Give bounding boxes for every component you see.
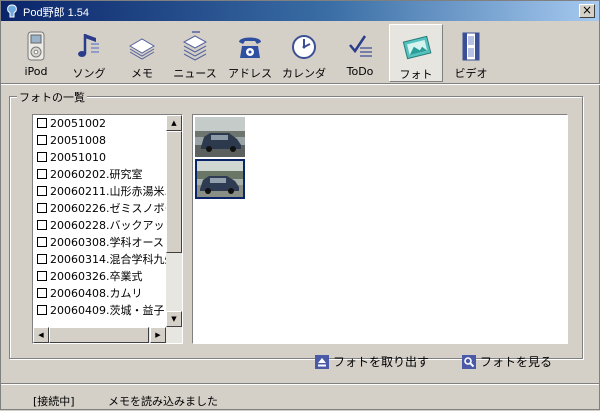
folder-item[interactable]: 20060408.カムリ: [37, 285, 143, 302]
folder-checkbox[interactable]: [37, 237, 47, 247]
photo-icon: [402, 35, 432, 60]
toolbar-label: ニュース: [173, 67, 217, 80]
folder-label: 20060308.学科オースト: [50, 236, 175, 249]
todo-checklist-icon: [349, 35, 372, 57]
extract-photo-label: フォトを取り出す: [333, 355, 430, 369]
folder-item[interactable]: 20060308.学科オースト: [37, 234, 175, 251]
view-photo-button[interactable]: フォトを見る: [462, 353, 552, 371]
toolbar-button-address[interactable]: アドレス: [223, 24, 277, 82]
folder-label: 20060326.卒業式: [50, 270, 143, 283]
app-window: Pod野郎 1.54 × iPod ソング メモ ニュース アドレス カレンダ …: [0, 0, 600, 410]
clock-icon: [292, 35, 316, 59]
close-button[interactable]: ×: [579, 4, 595, 18]
car-photo-image: [197, 161, 243, 197]
folder-label: 20060314.混合学科九州: [50, 253, 176, 266]
folder-item[interactable]: 20060326.卒業式: [37, 268, 143, 285]
folder-label: 20060408.カムリ: [50, 287, 143, 300]
toolbar-label: iPod: [24, 65, 48, 78]
scroll-right-button[interactable]: ▶: [150, 327, 166, 343]
folder-item[interactable]: 20051010: [37, 149, 106, 166]
vertical-scroll-thumb[interactable]: [166, 131, 182, 253]
toolbar-label: ToDo: [346, 65, 374, 78]
folder-checkbox[interactable]: [37, 186, 47, 196]
film-icon: [462, 32, 480, 61]
scroll-up-button[interactable]: ▲: [166, 115, 182, 131]
toolbar-label: ビデオ: [454, 67, 488, 80]
view-photo-label: フォトを見る: [480, 355, 553, 369]
status-message: メモを読み込みました: [108, 395, 218, 408]
photo-folder-list[interactable]: 20051002 20051008 20051010 20060202.研究室 …: [32, 114, 183, 344]
folder-checkbox[interactable]: [37, 169, 47, 179]
window-title: Pod野郎 1.54: [23, 7, 90, 19]
toolbar-button-video[interactable]: ビデオ: [444, 24, 498, 82]
folder-checkbox[interactable]: [37, 305, 47, 315]
folder-label: 20051008: [50, 134, 106, 147]
extract-photo-button[interactable]: フォトを取り出す: [315, 353, 429, 371]
folder-checkbox[interactable]: [37, 135, 47, 145]
folder-label: 20051010: [50, 151, 106, 164]
folder-label: 20060226.ゼミスノボー.: [50, 202, 179, 215]
folder-label: 20060409.茨城・益子: [50, 304, 165, 317]
folder-checkbox[interactable]: [37, 203, 47, 213]
horizontal-scrollbar[interactable]: ◀ ▶: [33, 327, 182, 343]
folder-checkbox[interactable]: [37, 220, 47, 230]
telephone-icon: [239, 37, 261, 58]
vertical-scrollbar[interactable]: ▲ ▼: [166, 115, 182, 327]
folder-checkbox[interactable]: [37, 118, 47, 128]
toolbar-label: カレンダ: [282, 67, 326, 80]
horizontal-scroll-thumb[interactable]: [49, 327, 149, 343]
folder-checkbox[interactable]: [37, 152, 47, 162]
news-icon: [182, 31, 208, 61]
memo-icon: [129, 38, 155, 60]
folder-item[interactable]: 20060314.混合学科九州: [37, 251, 176, 268]
magnifier-icon: [462, 355, 476, 369]
arrow-down-icon: ▼: [171, 315, 177, 323]
toolbar-button-song[interactable]: ソング: [62, 24, 116, 82]
folder-checkbox[interactable]: [37, 288, 47, 298]
photo-thumbnail-area[interactable]: [192, 114, 568, 344]
scroll-down-button[interactable]: ▼: [166, 311, 182, 327]
folder-item[interactable]: 20060202.研究室: [37, 166, 143, 183]
car-photo-image: [195, 117, 245, 157]
toolbar-label: メモ: [131, 67, 153, 80]
toolbar-button-calendar[interactable]: カレンダ: [277, 24, 331, 82]
connection-status: [接続中]: [33, 395, 75, 408]
folder-label: 20051002: [50, 117, 106, 130]
folder-checkbox[interactable]: [37, 254, 47, 264]
toolbar-label: アドレス: [228, 67, 272, 80]
eject-icon: [315, 355, 329, 369]
music-note-icon: [78, 34, 99, 57]
arrow-right-icon: ▶: [155, 331, 161, 339]
toolbar-divider: [1, 83, 600, 85]
toolbar-button-photo[interactable]: フォト: [389, 24, 443, 82]
close-icon: ×: [581, 3, 593, 17]
folder-label: 20060211.山形赤湯米.: [50, 185, 168, 198]
folder-item[interactable]: 20051008: [37, 132, 106, 149]
scroll-left-button[interactable]: ◀: [33, 327, 49, 343]
ipod-icon: [27, 31, 45, 61]
photo-thumbnail-selected[interactable]: [195, 159, 245, 199]
photo-thumbnail[interactable]: [195, 117, 245, 157]
toolbar-button-ipod[interactable]: iPod: [9, 24, 63, 82]
folder-item[interactable]: 20060228.バックアップ.: [37, 217, 179, 234]
folder-item[interactable]: 20060211.山形赤湯米.: [37, 183, 168, 200]
status-bar: [接続中] メモを読み込みました: [1, 383, 599, 411]
folder-item[interactable]: 20060226.ゼミスノボー.: [37, 200, 179, 217]
toolbar-button-memo[interactable]: メモ: [115, 24, 169, 82]
app-icon: [7, 4, 17, 18]
folder-item[interactable]: 20060409.茨城・益子: [37, 302, 165, 319]
toolbar-button-todo[interactable]: ToDo: [333, 24, 387, 82]
folder-checkbox[interactable]: [37, 271, 47, 281]
arrow-left-icon: ◀: [38, 331, 44, 339]
toolbar-label: ソング: [72, 67, 106, 80]
toolbar-button-news[interactable]: ニュース: [168, 24, 222, 82]
toolbar-label: フォト: [399, 68, 433, 81]
group-legend: フォトの一覧: [17, 89, 87, 105]
arrow-up-icon: ▲: [171, 119, 177, 127]
folder-label: 20060202.研究室: [50, 168, 143, 181]
folder-label: 20060228.バックアップ.: [50, 219, 179, 232]
folder-item[interactable]: 20051002: [37, 115, 106, 132]
toolbar: iPod ソング メモ ニュース アドレス カレンダ ToDo フォト ビデオ: [9, 24, 599, 82]
title-bar[interactable]: Pod野郎 1.54 ×: [1, 1, 599, 21]
